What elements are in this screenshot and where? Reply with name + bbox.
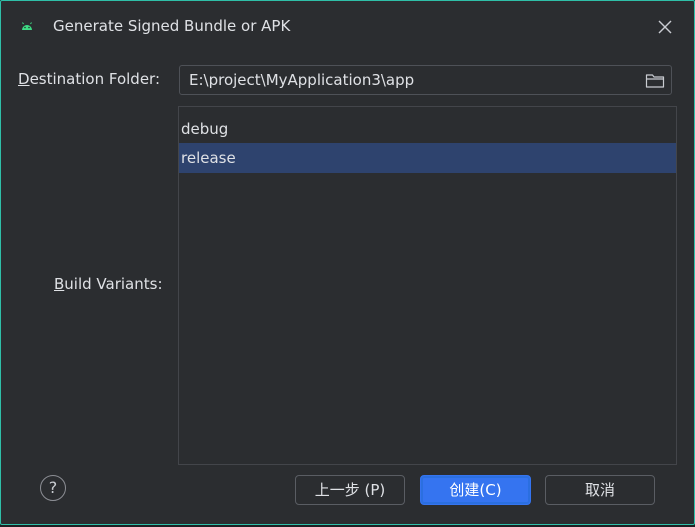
close-icon[interactable] <box>655 17 675 37</box>
android-icon <box>22 22 32 30</box>
variant-item-release[interactable]: release <box>179 143 676 173</box>
cancel-button-label: 取消 <box>584 481 615 499</box>
previous-button-label: 上一步 (P) <box>314 481 386 499</box>
build-variants-label: Build Variants: <box>54 275 163 293</box>
destination-folder-field[interactable]: E:\project\MyApplication3\app <box>179 65 672 95</box>
build-variants-list[interactable]: debug release <box>178 106 677 465</box>
destination-folder-value[interactable]: E:\project\MyApplication3\app <box>189 71 414 89</box>
folder-icon[interactable] <box>645 72 665 89</box>
build-variants-label-mnemonic: B <box>54 275 65 293</box>
variant-item-debug[interactable]: debug <box>179 114 676 144</box>
variant-item-label: debug <box>181 120 229 138</box>
help-button[interactable]: ? <box>40 475 66 501</box>
build-variants-label-text: uild Variants: <box>64 275 163 293</box>
destination-folder-label: Destination Folder: <box>18 70 160 88</box>
dialog-titlebar: Generate Signed Bundle or APK <box>1 1 694 53</box>
destination-label-mnemonic: D <box>18 70 30 88</box>
generate-signed-dialog: Generate Signed Bundle or APK Destinatio… <box>0 0 695 525</box>
cancel-button[interactable]: 取消 <box>545 475 655 505</box>
variant-item-label: release <box>181 149 236 167</box>
previous-button[interactable]: 上一步 (P) <box>295 475 405 505</box>
help-icon: ? <box>48 478 58 497</box>
create-button[interactable]: 创建(C) <box>420 475 531 505</box>
create-button-label: 创建(C) <box>449 481 502 499</box>
destination-label-text: estination Folder: <box>29 70 160 88</box>
dialog-title: Generate Signed Bundle or APK <box>53 17 291 35</box>
